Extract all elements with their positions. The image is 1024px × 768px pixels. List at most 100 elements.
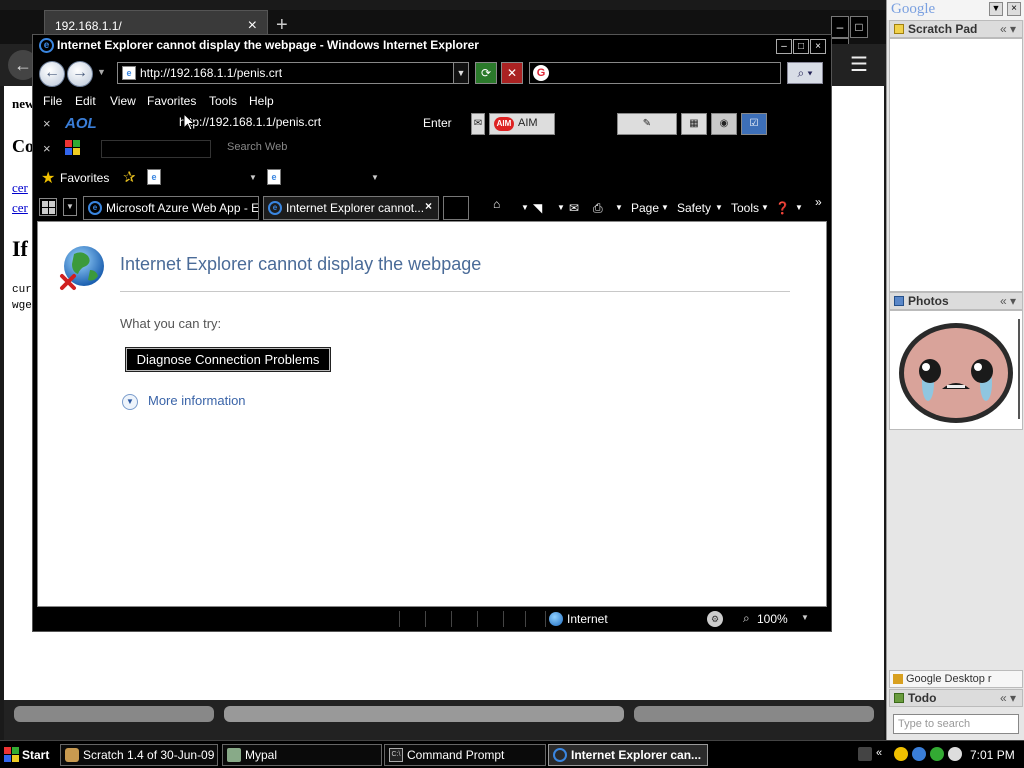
forward-button[interactable]: →	[67, 61, 93, 87]
collapse-chevron-icon[interactable]: « ▾	[1000, 691, 1016, 705]
menu-favorites[interactable]: Favorites	[147, 94, 196, 108]
chevron-double-right-icon[interactable]: »	[815, 195, 822, 209]
photos-title[interactable]: Photos « ▾	[889, 292, 1023, 310]
photos-gadget[interactable]	[889, 310, 1023, 430]
taskbar-item-mypal[interactable]: Mypal	[222, 744, 382, 766]
rss-feed-icon[interactable]: ◥	[533, 201, 542, 215]
chevron-down-icon[interactable]: ▼	[715, 203, 723, 212]
chevron-down-icon[interactable]: ▼	[801, 613, 809, 622]
minimize-icon[interactable]: –	[776, 39, 792, 54]
stop-button[interactable]: ✕	[501, 62, 523, 84]
home-icon[interactable]: ⌂	[493, 197, 500, 211]
maximize-icon[interactable]: □	[793, 39, 809, 54]
start-button[interactable]: Start	[2, 744, 56, 766]
refresh-button[interactable]: ⟳	[475, 62, 497, 84]
menu-help[interactable]: Help	[249, 94, 274, 108]
mail-icon[interactable]: ✉	[471, 113, 485, 135]
chevron-down-icon[interactable]: ▼	[249, 173, 257, 182]
sidebar-search-input[interactable]: Type to search	[893, 714, 1019, 734]
safety-menu[interactable]: Safety	[677, 201, 711, 215]
tab-error-active[interactable]: e Internet Explorer cannot... ×	[263, 196, 439, 220]
chevron-double-left-icon[interactable]: «	[876, 747, 890, 761]
zoom-level[interactable]: 100%	[757, 612, 788, 626]
collapse-chevron-icon[interactable]: « ▾	[1000, 22, 1016, 36]
protected-mode-icon[interactable]: ⚙	[707, 611, 723, 627]
enter-button[interactable]: Enter	[423, 116, 452, 130]
aol-logo[interactable]: AOL	[65, 115, 97, 132]
collapse-chevron-icon[interactable]: « ▾	[1000, 294, 1016, 308]
network-icon[interactable]	[912, 747, 926, 761]
chevron-down-icon[interactable]: ▼	[521, 203, 529, 212]
maximize-icon[interactable]: □	[850, 16, 868, 38]
quick-tabs-icon[interactable]	[39, 198, 57, 216]
menu-edit[interactable]: Edit	[75, 94, 96, 108]
aim-button[interactable]: AIM AIM	[489, 113, 555, 135]
tab-list-icon[interactable]: ▼	[63, 198, 77, 216]
zoom-magnifier-icon[interactable]: ⌕	[743, 611, 750, 626]
address-dropdown-icon[interactable]: ▼	[453, 62, 469, 84]
close-icon[interactable]: ×	[1007, 2, 1021, 16]
tools-menu[interactable]: Tools	[731, 201, 759, 215]
chevron-down-icon[interactable]: ▼	[97, 67, 106, 77]
close-icon[interactable]: ×	[810, 39, 826, 54]
back-button[interactable]: ←	[39, 61, 65, 87]
scratch-pad-title[interactable]: Scratch Pad « ▾	[889, 20, 1023, 38]
volume-icon[interactable]	[948, 747, 962, 761]
chevron-down-icon[interactable]: ▼	[795, 203, 803, 212]
more-information-link[interactable]: More information	[148, 393, 246, 408]
taskbar-item-scratch[interactable]: Scratch 1.4 of 30-Jun-09	[60, 744, 218, 766]
menu-file[interactable]: File	[43, 94, 62, 108]
taskbar-item-command-prompt[interactable]: C:\ Command Prompt	[384, 744, 546, 766]
checkbox-icon[interactable]: ☑	[741, 113, 767, 135]
tab-azure[interactable]: e Microsoft Azure Web App - E...	[83, 196, 259, 220]
taskbar-item-ie[interactable]: Internet Explorer can...	[548, 744, 708, 766]
google-desktop-gadget-title[interactable]: Google Desktop r	[889, 670, 1023, 688]
close-icon[interactable]: ×	[248, 17, 257, 35]
new-tab-button[interactable]	[443, 196, 469, 220]
add-favorites-icon[interactable]: ✰	[123, 168, 136, 186]
chevron-down-icon[interactable]: ▼	[761, 203, 769, 212]
scrollbar-segment[interactable]	[14, 706, 214, 722]
menu-view[interactable]: View	[110, 94, 136, 108]
chevron-down-icon[interactable]: ▼	[661, 203, 669, 212]
address-bar[interactable]: e http://192.168.1.1/penis.crt	[117, 62, 469, 84]
help-icon[interactable]: ❓	[775, 201, 790, 215]
close-toolbar-icon[interactable]: ×	[43, 116, 51, 131]
windows-flag-icon[interactable]	[65, 140, 81, 156]
mail-icon[interactable]: ✉	[569, 201, 579, 215]
close-toolbar-icon[interactable]: ×	[43, 141, 51, 156]
pen-icon[interactable]: ✎	[617, 113, 677, 135]
chevron-down-icon[interactable]: ▼	[371, 173, 379, 182]
chevron-down-icon[interactable]: ▼	[557, 203, 565, 212]
calendar-icon[interactable]: ▦	[681, 113, 707, 135]
messenger-icon[interactable]	[894, 747, 908, 761]
bg-horizontal-scrollbar[interactable]	[4, 700, 884, 740]
keyboard-icon[interactable]	[858, 747, 872, 761]
favorites-button[interactable]: Favorites	[60, 171, 109, 185]
chevron-down-icon[interactable]: ▼	[989, 2, 1003, 16]
favorite-link-icon[interactable]: e	[147, 169, 161, 185]
bg-link[interactable]: cer	[12, 200, 28, 216]
scrollbar[interactable]	[1018, 319, 1020, 419]
aol-url-field[interactable]: http://192.168.1.1/penis.crt	[179, 115, 321, 129]
google-desktop-icon[interactable]	[930, 747, 944, 761]
bg-link[interactable]: cer	[12, 180, 28, 196]
close-tab-icon[interactable]: ×	[425, 199, 432, 213]
minimize-icon[interactable]: –	[831, 16, 849, 38]
rss-icon[interactable]: ◉	[711, 113, 737, 135]
favorites-star-icon[interactable]: ★	[41, 168, 55, 188]
hamburger-menu-icon[interactable]: ☰	[850, 52, 868, 77]
scrollbar-segment[interactable]	[634, 706, 874, 722]
todo-title[interactable]: Todo « ▾	[889, 689, 1023, 707]
search-button[interactable]: ⌕ ▾	[787, 62, 823, 84]
diagnose-connection-button[interactable]: Diagnose Connection Problems	[125, 347, 331, 372]
print-icon[interactable]: ⎙	[593, 201, 603, 216]
search-input[interactable]: G	[529, 62, 781, 84]
expand-chevron-icon[interactable]: ▼	[122, 394, 138, 410]
search-web-label[interactable]: Search Web	[227, 141, 287, 153]
favorite-link-icon[interactable]: e	[267, 169, 281, 185]
toolbar-search-field[interactable]	[101, 140, 211, 158]
page-menu[interactable]: Page	[631, 201, 659, 215]
scratch-pad-area[interactable]	[889, 38, 1023, 292]
ie-title-bar[interactable]: e Internet Explorer cannot display the w…	[33, 35, 831, 57]
